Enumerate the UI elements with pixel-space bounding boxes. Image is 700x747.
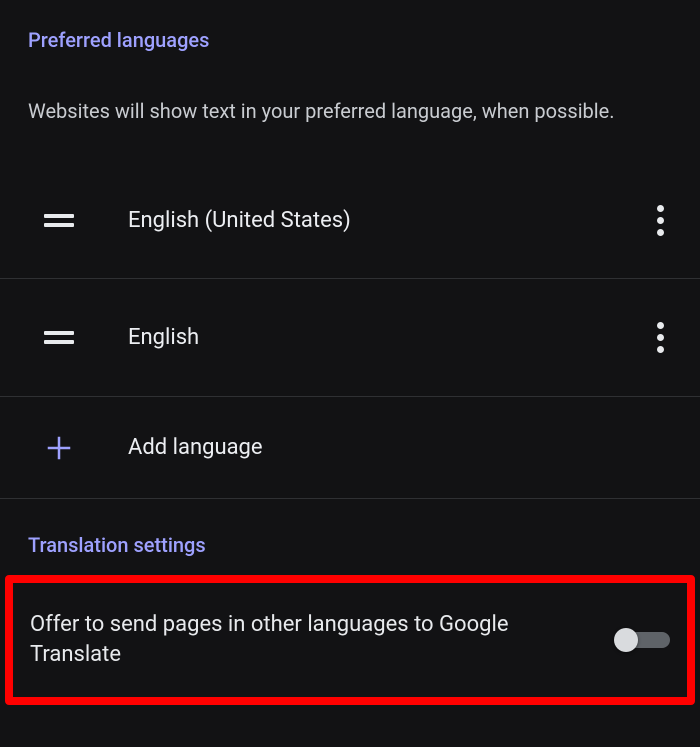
language-row[interactable]: English [0,279,700,397]
switch-thumb [614,628,638,652]
add-language-label: Add language [74,435,678,460]
language-list: English (United States) English Add lang… [0,161,700,499]
language-row[interactable]: English (United States) [0,161,700,279]
drag-handle-icon[interactable] [44,214,74,227]
translate-offer-label: Offer to send pages in other languages t… [30,610,614,669]
preferred-languages-title: Preferred languages [0,0,700,52]
more-vert-icon[interactable] [642,202,678,238]
more-vert-icon[interactable] [642,320,678,356]
preferred-languages-description: Websites will show text in your preferre… [0,52,700,125]
drag-handle-icon[interactable] [44,331,74,344]
language-label: English [74,325,642,350]
translate-offer-switch[interactable] [614,628,670,652]
language-label: English (United States) [74,208,642,233]
language-settings-page: Preferred languages Websites will show t… [0,0,700,747]
translate-offer-toggle-row[interactable]: Offer to send pages in other languages t… [0,575,700,705]
plus-icon [44,433,74,463]
translation-settings-title: Translation settings [0,499,700,557]
add-language-button[interactable]: Add language [0,397,700,499]
